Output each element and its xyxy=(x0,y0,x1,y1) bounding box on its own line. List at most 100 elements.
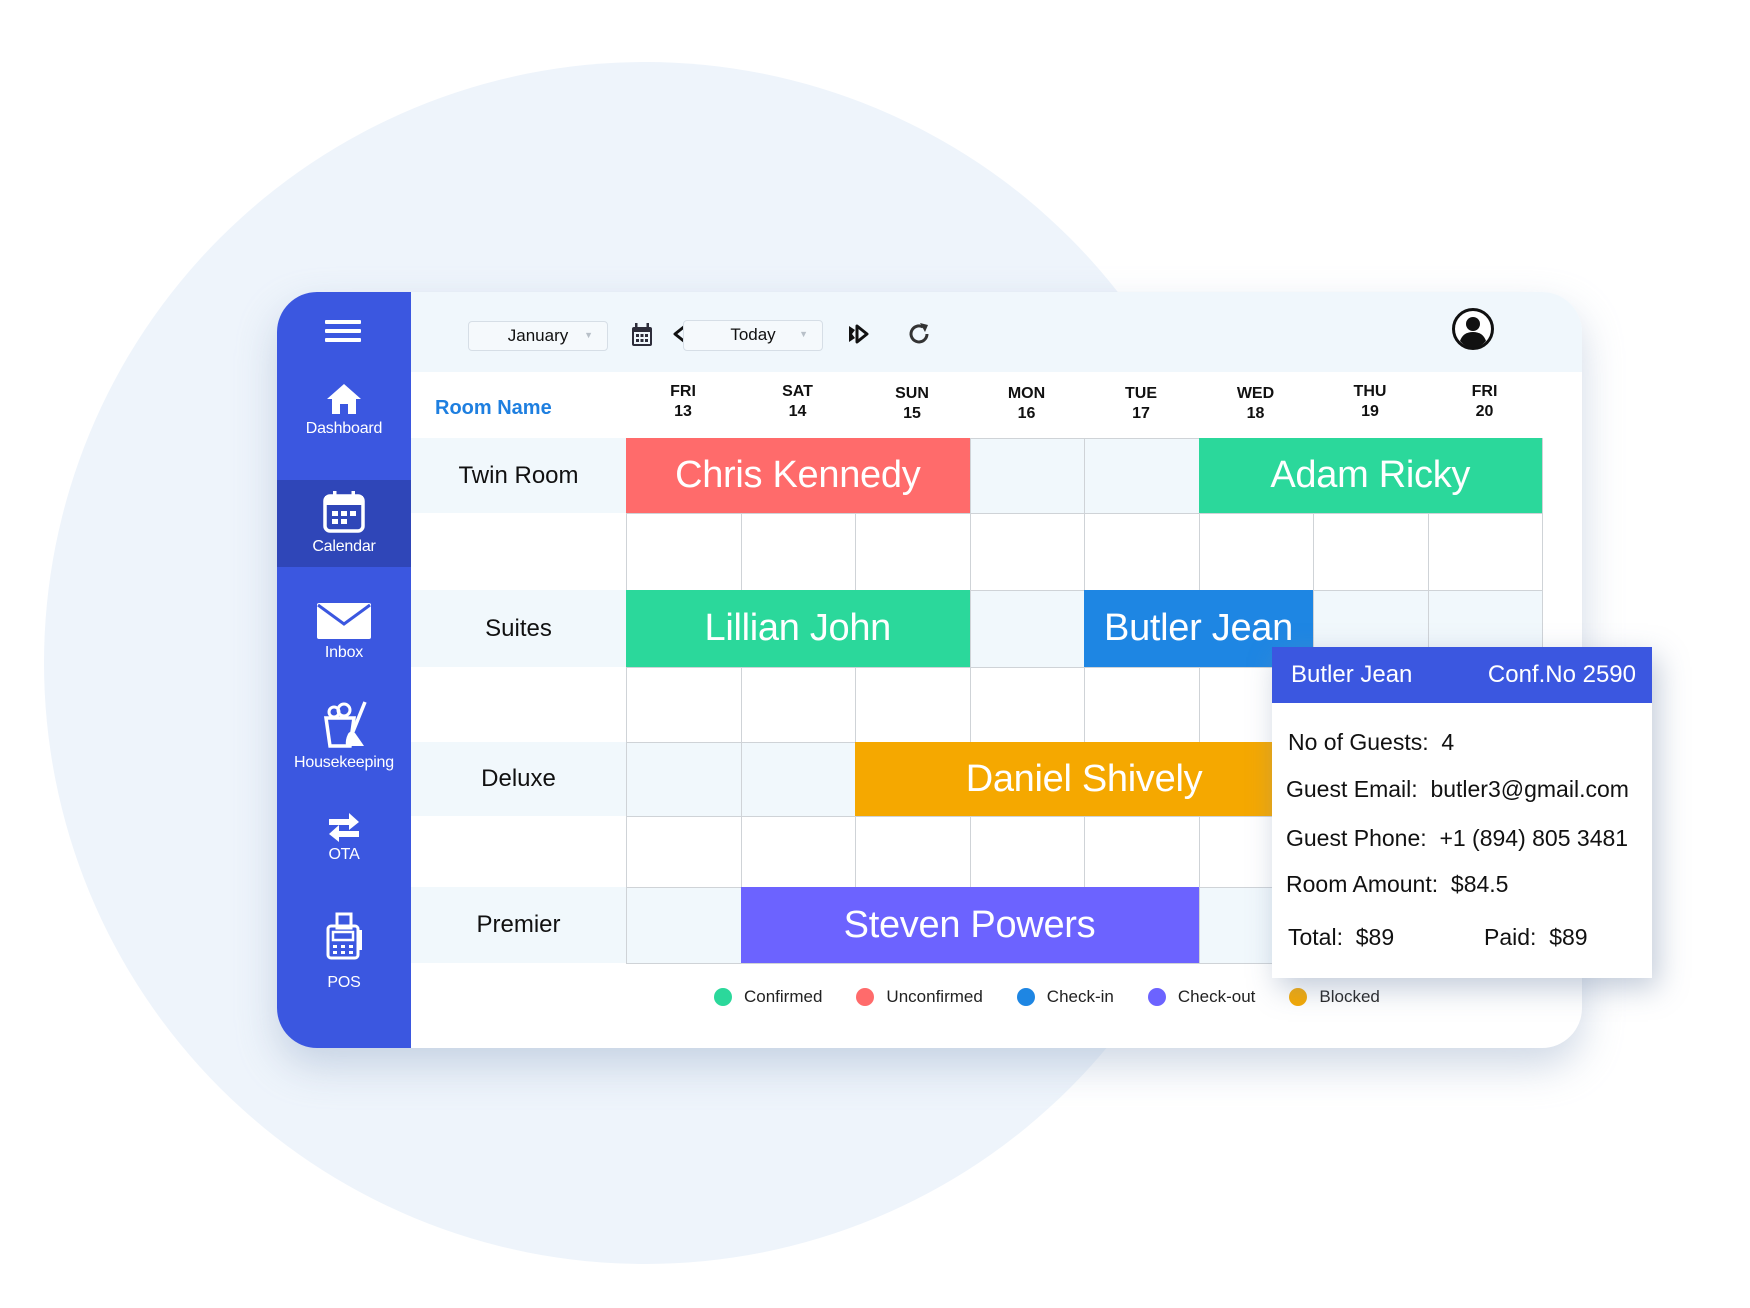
calendar-cell[interactable] xyxy=(855,816,971,888)
calendar-cell[interactable] xyxy=(626,816,742,888)
day-header: FRI 13 xyxy=(626,382,740,422)
booking-bar[interactable]: Steven Powers xyxy=(740,887,1199,963)
legend-label: Blocked xyxy=(1319,987,1380,1006)
home-icon xyxy=(327,384,361,414)
calendar-cell[interactable] xyxy=(855,513,971,591)
calendar-cell[interactable] xyxy=(969,590,1085,668)
calendar-picker-icon[interactable] xyxy=(631,323,653,347)
legend-dot-icon xyxy=(1016,988,1035,1006)
booking-bar[interactable]: Adam Ricky xyxy=(1198,438,1542,513)
legend-label: Check-out xyxy=(1177,987,1256,1006)
calendar-cell[interactable] xyxy=(626,513,742,591)
room-label: Premier xyxy=(411,887,626,963)
calendar-cell[interactable] xyxy=(626,887,742,964)
calendar-cell[interactable] xyxy=(1084,816,1200,888)
sidebar-item-dashboard[interactable]: Dashboard xyxy=(277,382,411,452)
legend-dot-icon xyxy=(1289,988,1308,1006)
sidebar-label: OTA xyxy=(328,846,360,863)
sidebar-label: Dashboard xyxy=(305,420,383,437)
sidebar-item-ota[interactable]: OTA xyxy=(277,812,411,882)
calendar-cell[interactable] xyxy=(1427,513,1543,591)
calendar-cell[interactable] xyxy=(1198,513,1314,591)
popup-total: Total: $89 xyxy=(1288,924,1395,950)
day-of-week: SUN xyxy=(895,385,929,402)
calendar-cell[interactable] xyxy=(740,816,856,888)
calendar-cell[interactable] xyxy=(969,438,1085,514)
swap-arrows-icon xyxy=(329,813,359,842)
day-of-week: MON xyxy=(1007,385,1046,402)
day-header: MON 16 xyxy=(970,384,1084,424)
sidebar-item-inbox[interactable]: Inbox xyxy=(277,602,411,672)
popup-guest-name: Butler Jean xyxy=(1291,661,1413,688)
day-of-week: FRI xyxy=(1471,383,1498,400)
booking-bar[interactable]: Daniel Shively xyxy=(855,742,1313,816)
calendar-cell[interactable] xyxy=(969,816,1085,888)
day-date: 18 xyxy=(1246,405,1265,422)
calendar-cell[interactable] xyxy=(855,667,971,743)
day-of-week: SAT xyxy=(782,383,813,400)
day-date: 13 xyxy=(674,403,692,420)
calendar-cell[interactable] xyxy=(740,742,856,817)
legend-item[interactable]: Confirmed xyxy=(714,987,822,1007)
refresh-icon[interactable] xyxy=(907,322,931,346)
fast-forward-icon[interactable] xyxy=(845,324,869,344)
day-date: 15 xyxy=(903,405,921,422)
booking-bar[interactable]: Lillian John xyxy=(626,590,970,667)
popup-confirmation-number: Conf.No 2590 xyxy=(1487,661,1636,688)
calendar-cell[interactable] xyxy=(626,667,742,743)
legend-item[interactable]: Check-out xyxy=(1147,987,1256,1007)
calendar-cell[interactable] xyxy=(1313,513,1429,591)
calendar-cell[interactable] xyxy=(740,513,856,591)
calendar-icon xyxy=(323,491,365,533)
user-avatar-icon[interactable] xyxy=(1451,307,1495,351)
calendar-cell[interactable] xyxy=(1084,667,1200,743)
menu-icon[interactable] xyxy=(325,320,361,342)
calendar-cell[interactable] xyxy=(1084,513,1200,591)
booking-detail-popup: Butler Jean Conf.No 2590 No of Guests: 4… xyxy=(1272,647,1652,978)
calendar-cell[interactable] xyxy=(969,667,1085,743)
popup-room-amount: Room Amount: $84.5 xyxy=(1286,871,1509,897)
legend-label: Unconfirmed xyxy=(886,987,983,1006)
cash-register-icon xyxy=(326,912,362,960)
booking-bar[interactable]: Chris Kennedy xyxy=(626,438,970,513)
sidebar-label: Housekeeping xyxy=(294,754,394,771)
room-name-header: Room Name xyxy=(435,397,552,419)
day-header: FRI 20 xyxy=(1428,382,1542,422)
legend-label: Check-in xyxy=(1046,987,1114,1006)
sidebar: Dashboard Calendar Inbox Housekeeping OT… xyxy=(277,292,411,1048)
bucket-broom-icon xyxy=(323,701,367,748)
popup-guest-phone: Guest Phone: +1 (894) 805 3481 xyxy=(1286,825,1629,851)
view-select[interactable]: Today ▼ xyxy=(683,320,823,351)
popup-guest-email: Guest Email: butler3@gmail.com xyxy=(1286,776,1629,802)
calendar-cell[interactable] xyxy=(1084,438,1200,514)
day-date: 20 xyxy=(1475,403,1494,420)
legend-label: Confirmed xyxy=(744,987,823,1006)
sidebar-item-calendar[interactable]: Calendar xyxy=(277,480,411,567)
legend-dot-icon xyxy=(1147,988,1166,1006)
day-date: 17 xyxy=(1132,405,1150,422)
legend-dot-icon xyxy=(856,988,875,1006)
legend-item[interactable]: Unconfirmed xyxy=(856,987,983,1007)
toolbar: January ▼ Today ▼ xyxy=(411,292,1582,372)
envelope-icon xyxy=(317,603,371,639)
day-header: WED 18 xyxy=(1199,384,1313,424)
popup-guest-count: No of Guests: 4 xyxy=(1288,729,1455,755)
day-header: SUN 15 xyxy=(855,384,969,424)
calendar-cell[interactable] xyxy=(626,742,742,817)
month-select[interactable]: January ▼ xyxy=(468,321,608,351)
month-select-value: January xyxy=(507,326,569,345)
day-header: THU 19 xyxy=(1313,382,1427,422)
legend-item[interactable]: Check-in xyxy=(1016,987,1114,1007)
room-label: Twin Room xyxy=(411,438,626,513)
calendar-cell[interactable] xyxy=(969,513,1085,591)
chevron-down-icon: ▼ xyxy=(799,329,808,339)
calendar-cell[interactable] xyxy=(740,667,856,743)
sidebar-item-pos[interactable]: POS xyxy=(277,912,411,1002)
day-of-week: TUE xyxy=(1125,385,1157,402)
legend-dot-icon xyxy=(714,988,732,1006)
day-date: 14 xyxy=(788,403,807,420)
legend-item[interactable]: Blocked xyxy=(1289,987,1380,1007)
sidebar-item-housekeeping[interactable]: Housekeeping xyxy=(277,700,411,785)
sidebar-label: Inbox xyxy=(324,644,364,661)
room-label: Suites xyxy=(411,590,626,667)
